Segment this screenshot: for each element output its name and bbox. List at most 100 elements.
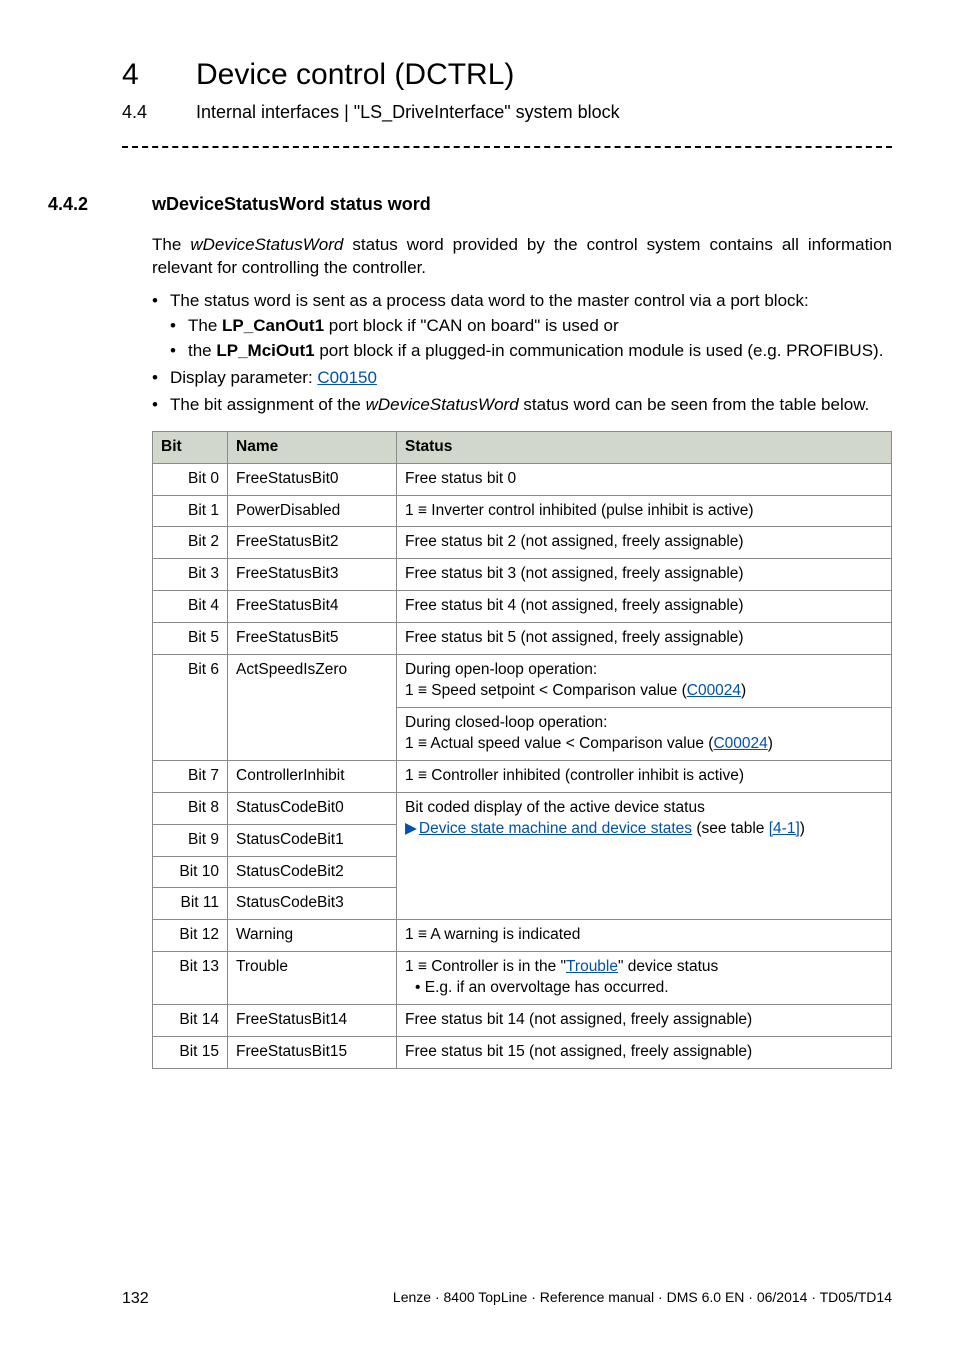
table-row: Bit 4 FreeStatusBit4 Free status bit 4 (… (153, 591, 892, 623)
link-device-state[interactable]: Device state machine and device states (419, 820, 692, 837)
triangle-icon: ▶ (405, 819, 417, 840)
cell-name: FreeStatusBit3 (228, 559, 397, 591)
bullet-2: Display parameter: C00150 (152, 367, 892, 390)
subsection-number: 4.4 (122, 100, 154, 124)
cell-name: ActSpeedIsZero (228, 655, 397, 761)
cell-bit: Bit 0 (153, 463, 228, 495)
open-loop-value-pre: 1 ≡ Speed setpoint < Comparison value ( (405, 682, 687, 699)
th-status: Status (397, 431, 892, 463)
cell-bit: Bit 10 (153, 856, 228, 888)
closed-loop-value-post: ) (768, 735, 773, 752)
cell-name: StatusCodeBit0 (228, 792, 397, 824)
bullet-1: The status word is sent as a process dat… (152, 290, 892, 363)
link-table-4-1[interactable]: [4-1] (769, 820, 800, 837)
b1a-pre: The (188, 316, 222, 335)
bullet-3: The bit assignment of the wDeviceStatusW… (152, 394, 892, 417)
chapter-title: Device control (DCTRL) (196, 55, 514, 96)
cell-name: StatusCodeBit2 (228, 856, 397, 888)
cell-status: Free status bit 3 (not assigned, freely … (397, 559, 892, 591)
b3-pre: The bit assignment of the (170, 395, 366, 414)
cell-bit: Bit 13 (153, 952, 228, 1005)
table-row: Bit 1 PowerDisabled 1 ≡ Inverter control… (153, 495, 892, 527)
closed-loop-value-pre: 1 ≡ Actual speed value < Comparison valu… (405, 735, 713, 752)
link-c00024[interactable]: C00024 (687, 682, 741, 699)
cell-bit: Bit 12 (153, 920, 228, 952)
th-bit: Bit (153, 431, 228, 463)
table-row: Bit 3 FreeStatusBit3 Free status bit 3 (… (153, 559, 892, 591)
subsection-title: Internal interfaces | "LS_DriveInterface… (196, 100, 620, 124)
table-row: Bit 2 FreeStatusBit2 Free status bit 2 (… (153, 527, 892, 559)
intro-text-a: The (152, 235, 190, 254)
cell-bit: Bit 11 (153, 888, 228, 920)
bullet-1a: The LP_CanOut1 port block if "CAN on boa… (170, 315, 892, 338)
b3-post: status word can be seen from the table b… (519, 395, 870, 414)
table-row: Bit 7 ControllerInhibit 1 ≡ Controller i… (153, 760, 892, 792)
cell-bit: Bit 15 (153, 1037, 228, 1069)
cell-name: ControllerInhibit (228, 760, 397, 792)
cell-name: FreeStatusBit5 (228, 623, 397, 655)
cell-name: FreeStatusBit0 (228, 463, 397, 495)
b1b-pre: the (188, 341, 216, 360)
bitcoded-intro: Bit coded display of the active device s… (405, 799, 705, 816)
trouble-post: " device status (618, 958, 718, 975)
cell-name: StatusCodeBit1 (228, 824, 397, 856)
ds-post: (see table (692, 820, 769, 837)
b1b-bold: LP_MciOut1 (216, 341, 314, 360)
table-row: Bit 12 Warning 1 ≡ A warning is indicate… (153, 920, 892, 952)
cell-status: 1 ≡ Controller inhibited (controller inh… (397, 760, 892, 792)
table-row: Bit 5 FreeStatusBit5 Free status bit 5 (… (153, 623, 892, 655)
cell-status: During closed-loop operation: 1 ≡ Actual… (397, 707, 892, 760)
bit-assignment-table: Bit Name Status Bit 0 FreeStatusBit0 Fre… (152, 431, 892, 1069)
cell-bit: Bit 8 (153, 792, 228, 824)
link-trouble[interactable]: Trouble (566, 958, 618, 975)
page-number: 132 (122, 1288, 149, 1310)
closed-loop-label: During closed-loop operation: (405, 714, 607, 731)
cell-status: 1 ≡ Inverter control inhibited (pulse in… (397, 495, 892, 527)
cell-bit: Bit 9 (153, 824, 228, 856)
th-name: Name (228, 431, 397, 463)
table-row: Bit 6 ActSpeedIsZero During open-loop op… (153, 655, 892, 708)
bullet-1b: the LP_MciOut1 port block if a plugged-i… (170, 340, 892, 363)
cell-name: Warning (228, 920, 397, 952)
cell-bit: Bit 7 (153, 760, 228, 792)
cell-name: PowerDisabled (228, 495, 397, 527)
cell-bit: Bit 3 (153, 559, 228, 591)
bullet-1-text: The status word is sent as a process dat… (170, 291, 809, 310)
cell-status: Free status bit 14 (not assigned, freely… (397, 1005, 892, 1037)
open-loop-value-post: ) (741, 682, 746, 699)
cell-bit: Bit 4 (153, 591, 228, 623)
cell-bit: Bit 6 (153, 655, 228, 761)
b1a-post: port block if "CAN on board" is used or (324, 316, 619, 335)
table-row: Bit 14 FreeStatusBit14 Free status bit 1… (153, 1005, 892, 1037)
link-c00024[interactable]: C00024 (713, 735, 767, 752)
cell-name: FreeStatusBit14 (228, 1005, 397, 1037)
cell-name: FreeStatusBit4 (228, 591, 397, 623)
table-row: Bit 15 FreeStatusBit15 Free status bit 1… (153, 1037, 892, 1069)
b1a-bold: LP_CanOut1 (222, 316, 324, 335)
intro-italic: wDeviceStatusWord (190, 235, 343, 254)
link-c00150[interactable]: C00150 (317, 368, 377, 387)
cell-status: During open-loop operation: 1 ≡ Speed se… (397, 655, 892, 708)
intro-paragraph: The wDeviceStatusWord status word provid… (152, 234, 892, 280)
cell-name: Trouble (228, 952, 397, 1005)
table-row: Bit 8 StatusCodeBit0 Bit coded display o… (153, 792, 892, 824)
cell-bit: Bit 2 (153, 527, 228, 559)
open-loop-label: During open-loop operation: (405, 661, 597, 678)
cell-status: Free status bit 5 (not assigned, freely … (397, 623, 892, 655)
cell-name: FreeStatusBit15 (228, 1037, 397, 1069)
b1b-post: port block if a plugged-in communication… (315, 341, 884, 360)
ds-close: ) (800, 820, 805, 837)
chapter-number: 4 (122, 55, 154, 96)
table-header-row: Bit Name Status (153, 431, 892, 463)
table-row: Bit 0 FreeStatusBit0 Free status bit 0 (153, 463, 892, 495)
cell-name: StatusCodeBit3 (228, 888, 397, 920)
cell-status: Free status bit 15 (not assigned, freely… (397, 1037, 892, 1069)
cell-status: 1 ≡ A warning is indicated (397, 920, 892, 952)
footer-text: Lenze · 8400 TopLine · Reference manual … (393, 1288, 892, 1310)
cell-bit: Bit 5 (153, 623, 228, 655)
section-number: 4.4.2 (48, 192, 110, 216)
trouble-pre: 1 ≡ Controller is in the " (405, 958, 566, 975)
cell-status: Free status bit 4 (not assigned, freely … (397, 591, 892, 623)
divider (122, 146, 892, 148)
b2-pre: Display parameter: (170, 368, 317, 387)
